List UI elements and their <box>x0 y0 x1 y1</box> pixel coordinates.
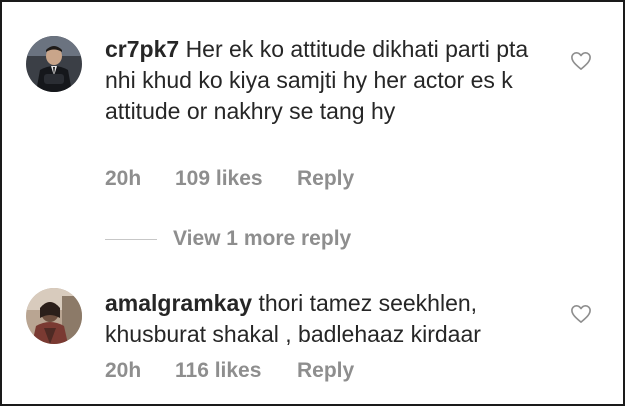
user-avatar-suit-icon <box>26 36 82 92</box>
comment-text-block: amalgramkay thori tamez seekhlen, khusbu… <box>105 288 550 350</box>
reply-button[interactable]: Reply <box>297 359 354 383</box>
comment-text-block: cr7pk7 Her ek ko attitude dikhati parti … <box>105 34 550 127</box>
divider-line <box>105 238 157 240</box>
comment-time[interactable]: 20h <box>105 359 175 383</box>
heart-icon[interactable] <box>570 51 592 71</box>
username-link[interactable]: amalgramkay <box>105 290 252 316</box>
reply-button[interactable]: Reply <box>297 167 354 191</box>
view-more-label: View 1 more reply <box>173 227 352 250</box>
view-more-replies-button[interactable]: View 1 more reply <box>105 224 351 254</box>
username-link[interactable]: cr7pk7 <box>105 36 179 62</box>
likes-count[interactable]: 116 likes <box>175 359 297 383</box>
comment-time[interactable]: 20h <box>105 167 175 191</box>
likes-count[interactable]: 109 likes <box>175 167 297 191</box>
heart-icon[interactable] <box>570 304 592 324</box>
comment-meta: 20h 109 likes Reply <box>105 167 354 191</box>
avatar[interactable] <box>26 288 82 344</box>
avatar[interactable] <box>26 36 82 92</box>
comment-meta: 20h 116 likes Reply <box>105 359 354 383</box>
comments-panel: cr7pk7 Her ek ko attitude dikhati parti … <box>0 0 625 406</box>
user-avatar-photo-icon <box>26 288 82 344</box>
